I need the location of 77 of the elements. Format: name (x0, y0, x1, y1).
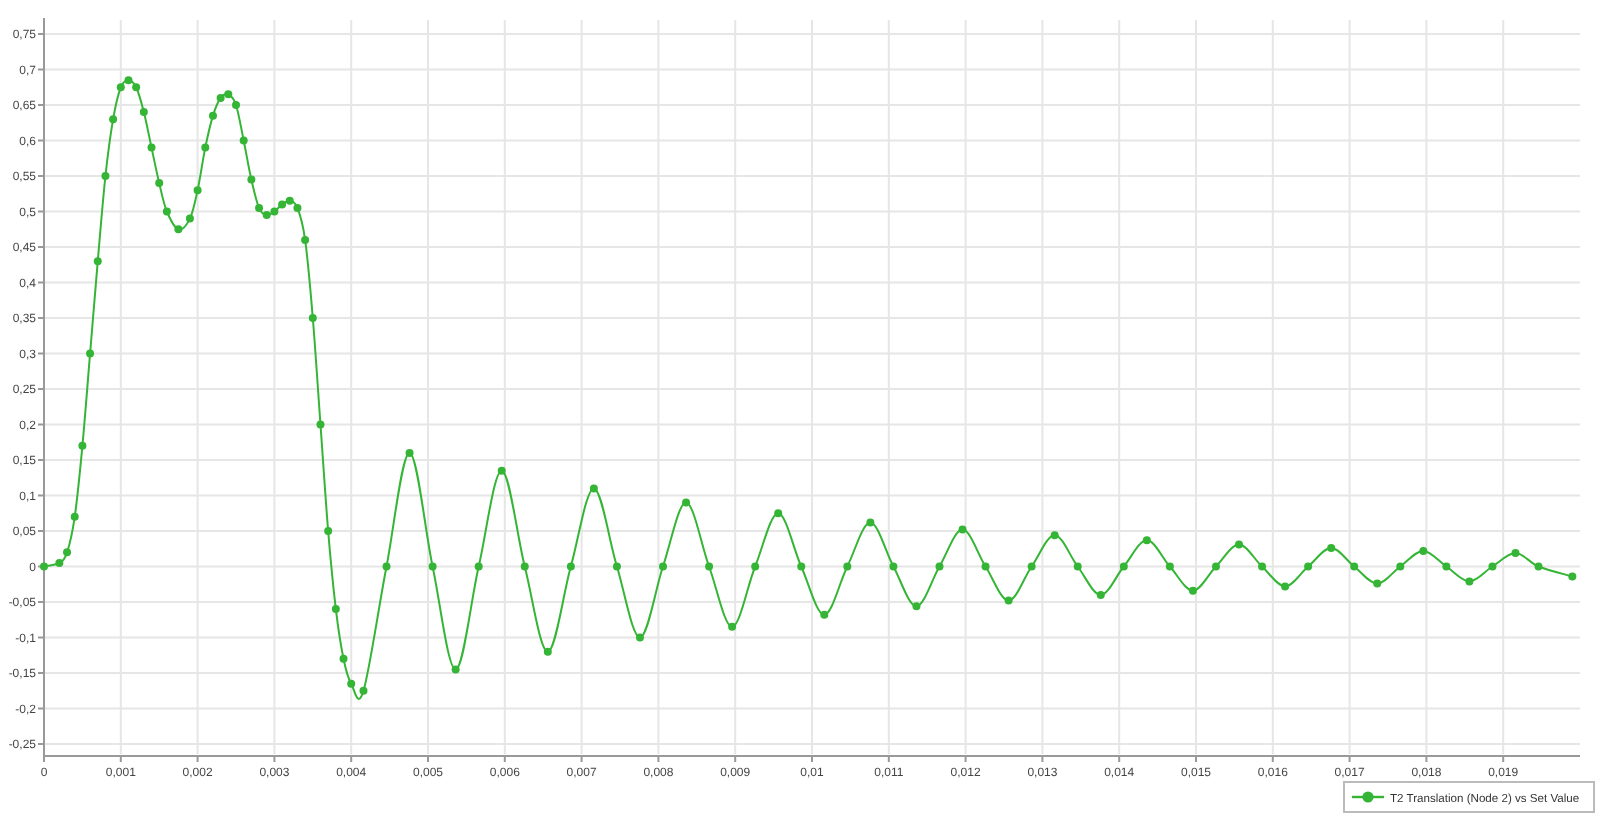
data-point (155, 179, 164, 188)
data-point (347, 679, 356, 688)
data-point (324, 527, 333, 535)
data-point (1488, 562, 1497, 571)
data-point (1373, 579, 1382, 588)
data-point (820, 610, 829, 619)
data-point (1027, 562, 1036, 571)
data-point (889, 562, 898, 571)
data-point (208, 111, 217, 120)
data-point (589, 484, 598, 493)
data-point (1281, 582, 1290, 591)
data-point (147, 143, 156, 152)
data-point (1258, 562, 1267, 571)
data-point (301, 235, 310, 244)
data-point (109, 115, 118, 124)
data-point (682, 498, 691, 507)
data-point (543, 647, 552, 656)
data-point (382, 562, 391, 571)
data-point (1534, 562, 1543, 571)
data-point (451, 665, 460, 674)
data-point (1327, 544, 1336, 553)
data-point (162, 207, 171, 216)
data-point (308, 314, 317, 322)
data-point (193, 186, 202, 195)
data-point (635, 633, 644, 642)
data-point (958, 525, 967, 534)
data-point (659, 562, 667, 571)
data-point (774, 509, 783, 518)
data-point (331, 605, 340, 614)
data-point (359, 686, 368, 695)
data-point (1119, 562, 1128, 571)
data-point (1004, 596, 1013, 605)
data-point (1396, 562, 1405, 571)
data-point (1304, 562, 1313, 571)
data-point (428, 562, 437, 571)
data-point (935, 562, 944, 571)
data-point (474, 562, 483, 571)
data-point (405, 448, 414, 457)
data-point (520, 562, 529, 571)
data-point (566, 562, 575, 571)
data-point (705, 562, 714, 571)
data-point (78, 441, 87, 450)
data-point (316, 420, 325, 429)
data-point (912, 602, 921, 611)
data-point (201, 143, 210, 152)
data-point (1073, 562, 1082, 571)
data-point (797, 562, 806, 571)
data-point (93, 257, 102, 266)
data-point (751, 562, 760, 571)
data-point (1235, 540, 1243, 549)
data-point (1050, 531, 1059, 540)
data-point (1350, 562, 1359, 571)
data-point (1419, 546, 1428, 555)
data-point (1211, 562, 1220, 571)
legend-marker-icon (1352, 791, 1384, 803)
data-point (1096, 590, 1105, 599)
data-point (86, 349, 95, 358)
data-point (247, 175, 256, 184)
data-point (981, 562, 990, 571)
data-point (1142, 536, 1151, 545)
data-point (612, 562, 621, 571)
data-point (1568, 572, 1577, 581)
data-point (1465, 577, 1474, 586)
data-point (101, 172, 110, 180)
data-point (40, 562, 48, 571)
data-point (1442, 562, 1451, 571)
data-point (239, 136, 248, 145)
data-point (843, 562, 852, 571)
data-point (1188, 586, 1197, 595)
data-point (866, 518, 875, 527)
data-point (1165, 562, 1174, 571)
data-point (139, 108, 148, 117)
data-point (70, 512, 79, 521)
data-point (497, 466, 506, 475)
data-point (728, 622, 737, 631)
data-point (1511, 549, 1520, 557)
data-point (339, 654, 348, 663)
